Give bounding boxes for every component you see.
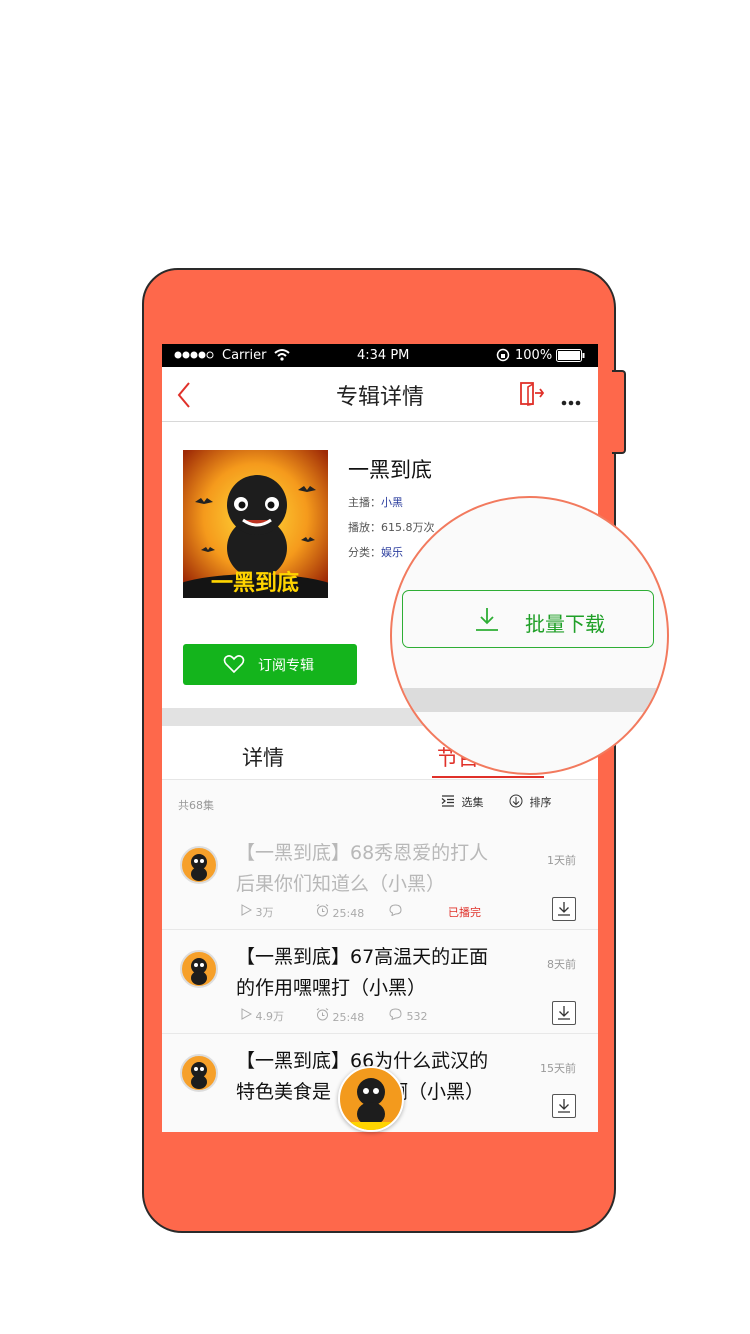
select-list-icon <box>441 795 455 810</box>
share-exit-icon[interactable] <box>519 381 545 411</box>
select-label: 选集 <box>461 796 484 809</box>
host-label: 主播： <box>348 496 381 509</box>
episode-title-line: 的作用嘿嘿打（小黑） <box>236 977 427 999</box>
episode-download-button[interactable] <box>552 897 576 921</box>
download-icon <box>558 1006 570 1020</box>
duration: 25:48 <box>316 1008 364 1024</box>
subscribe-label: 订阅专辑 <box>258 658 314 674</box>
download-icon <box>558 1099 570 1113</box>
battery-icon <box>556 349 586 366</box>
episode-count: 共68集 <box>178 799 214 812</box>
episode-row[interactable]: 【一黑到底】68秀恩爱的打人 后果你们知道么（小黑） 1天前 3万 25:48 … <box>162 826 598 930</box>
alarm-clock-icon <box>316 1008 329 1021</box>
episode-title-part: 特色美食是 <box>236 1081 332 1103</box>
played-status: 已播完 <box>448 906 481 919</box>
album-category-row: 分类：娱乐 <box>348 544 403 560</box>
episode-download-button[interactable] <box>552 1001 576 1025</box>
comment-count-value: 532 <box>406 1010 428 1023</box>
active-tab-indicator <box>432 776 544 778</box>
episode-title-line: 后果你们知道么（小黑） <box>236 873 446 895</box>
episode-title-line: 【一黑到底】68秀恩爱的打人 <box>236 842 489 864</box>
rotation-lock-icon <box>496 348 510 366</box>
magnifier-callout: 批量下载 <box>390 496 669 775</box>
battery-percent: 100% <box>515 348 553 363</box>
cover-title-text: 一黑到底 <box>211 570 299 596</box>
nav-bar: 专辑详情 <box>162 367 598 422</box>
episode-title-line: 【一黑到底】67高温天的正面 <box>236 946 489 968</box>
sort-label: 排序 <box>529 796 552 809</box>
category-link[interactable]: 娱乐 <box>381 546 403 559</box>
wifi-icon <box>274 348 290 365</box>
more-options-icon[interactable] <box>561 391 581 410</box>
batch-download-button[interactable]: 批量下载 <box>402 590 654 648</box>
episode-toolbar: 共68集 选集 排序 <box>162 780 598 826</box>
sort-download-circle-icon <box>509 794 523 811</box>
episode-download-button[interactable] <box>552 1094 576 1118</box>
plays-label: 播放： <box>348 521 381 534</box>
album-title: 一黑到底 <box>348 458 432 482</box>
batch-download-label: 批量下载 <box>525 612 605 636</box>
episode-time-ago: 1天前 <box>547 854 576 867</box>
signal-dots-icon <box>174 349 214 364</box>
episode-avatar <box>180 846 218 884</box>
alarm-clock-icon <box>316 904 329 917</box>
mini-player-cover-icon <box>350 1078 392 1130</box>
play-count: 4.9万 <box>240 1008 284 1024</box>
tab-details[interactable]: 详情 <box>242 742 284 772</box>
episode-avatar <box>180 950 218 988</box>
phone-side-button <box>612 370 626 454</box>
download-icon <box>558 902 570 916</box>
duration-value: 25:48 <box>332 1011 365 1024</box>
comment-count: 532 <box>388 1008 428 1023</box>
duration-value: 25:48 <box>332 907 365 920</box>
magnified-divider <box>392 688 667 712</box>
album-plays-row: 播放：615.8万次 <box>348 519 435 535</box>
host-link[interactable]: 小黑 <box>381 496 403 509</box>
status-bar: Carrier 4:34 PM 100% <box>162 344 598 367</box>
sort-button[interactable]: 排序 <box>509 794 552 812</box>
play-count: 3万 <box>240 904 274 920</box>
album-host-row: 主播：小黑 <box>348 494 403 510</box>
episode-time-ago: 15天前 <box>540 1062 576 1075</box>
carrier-label: Carrier <box>222 348 267 363</box>
episode-row[interactable]: 【一黑到底】67高温天的正面 的作用嘿嘿打（小黑） 8天前 4.9万 25:48… <box>162 930 598 1034</box>
duration: 25:48 <box>316 904 364 920</box>
clock-time: 4:34 PM <box>357 348 410 363</box>
episode-avatar <box>180 1054 218 1092</box>
episode-time-ago: 8天前 <box>547 958 576 971</box>
mini-player-button[interactable] <box>338 1066 404 1132</box>
play-icon <box>241 1008 253 1020</box>
episode-title: 【一黑到底】68秀恩爱的打人 后果你们知道么（小黑） <box>236 838 516 900</box>
play-icon <box>241 904 253 916</box>
comment-bubble-icon <box>389 904 402 917</box>
heart-icon <box>223 654 245 678</box>
episode-title: 【一黑到底】67高温天的正面 的作用嘿嘿打（小黑） <box>236 942 516 1004</box>
plays-value: 615.8万次 <box>381 521 435 534</box>
select-episodes-button[interactable]: 选集 <box>441 795 484 811</box>
subscribe-album-button[interactable]: 订阅专辑 <box>183 644 357 685</box>
comment-bubble-icon <box>389 1008 402 1021</box>
comment-count <box>388 904 403 919</box>
download-arrow-icon <box>473 605 501 638</box>
play-count-value: 3万 <box>255 906 274 919</box>
album-cover-image: 一黑到底 <box>183 450 328 598</box>
play-count-value: 4.9万 <box>255 1010 285 1023</box>
category-label: 分类： <box>348 546 381 559</box>
